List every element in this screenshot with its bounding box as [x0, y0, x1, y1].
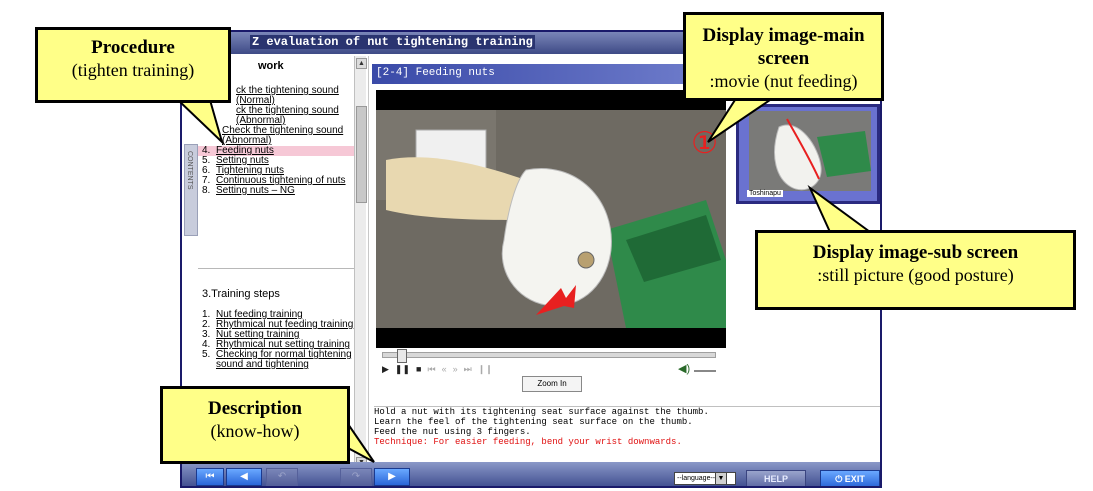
description-callout: Description (know-how) — [160, 386, 350, 464]
procedure-callout-subtitle: (tighten training) — [71, 60, 195, 80]
description-callout-subtitle: (know-how) — [210, 421, 300, 441]
main-screen-callout-pointer — [707, 99, 774, 143]
main-screen-callout-title: Display image-main screen — [702, 25, 865, 69]
description-callout-pointer — [347, 420, 375, 463]
sub-screen-callout-title: Display image-sub screen — [812, 242, 1019, 263]
sub-screen-callout-subtitle: :still picture (good posture) — [817, 265, 1014, 285]
procedure-callout-title: Procedure — [91, 37, 175, 58]
sub-screen-callout: Display image-sub screen :still picture … — [755, 230, 1076, 310]
procedure-callout: Procedure (tighten training) — [35, 27, 231, 103]
main-screen-callout: Display image-main screen :movie (nut fe… — [683, 12, 884, 101]
sub-screen-callout-pointer — [807, 184, 874, 233]
description-callout-title: Description — [208, 398, 302, 419]
main-screen-callout-subtitle: :movie (nut feeding) — [709, 71, 858, 91]
procedure-callout-pointer — [175, 99, 224, 146]
